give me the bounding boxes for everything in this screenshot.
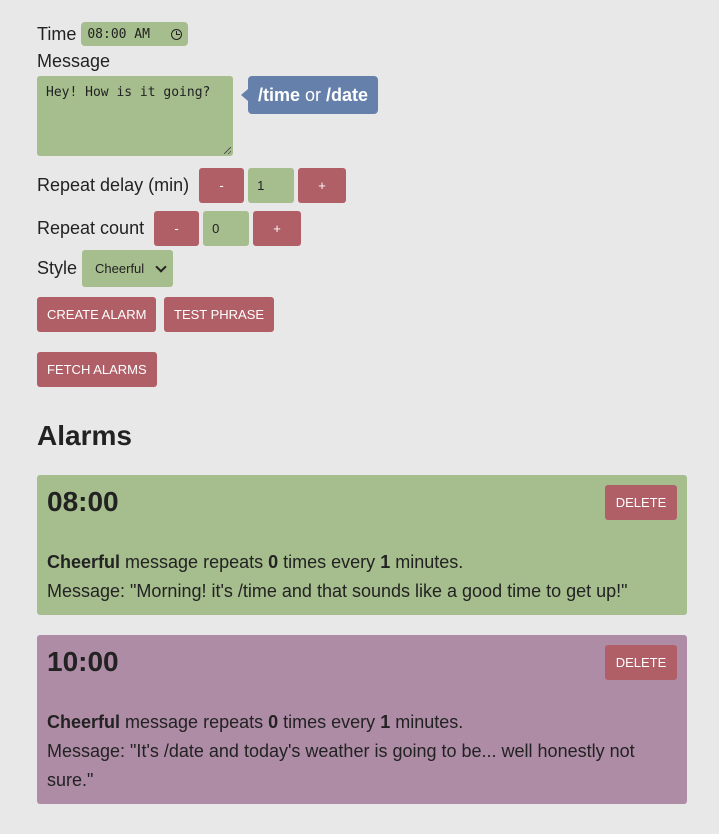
time-row: Time 08:00 AM: [37, 22, 189, 46]
repeat-delay-label: Repeat delay (min): [37, 175, 190, 195]
message-label: Message: [37, 51, 111, 71]
time-label: Time: [37, 23, 77, 44]
repeat-delay-increment-button[interactable]: +: [298, 168, 347, 203]
repeat-count-input[interactable]: 0: [203, 211, 250, 246]
summary-text: message repeats: [125, 712, 264, 732]
alarm-count: 0: [268, 552, 279, 572]
resize-handle-icon[interactable]: [224, 147, 231, 154]
summary-text: minutes.: [395, 552, 464, 572]
alarm-card: 08:00 DELETE Cheerful message repeats 0 …: [37, 475, 687, 615]
delete-alarm-button[interactable]: DELETE: [605, 645, 677, 680]
alarm-count: 0: [268, 712, 279, 732]
time-input[interactable]: 08:00 AM: [81, 22, 189, 46]
time-token: /time: [258, 84, 301, 105]
message-textarea[interactable]: Hey! How is it going?: [37, 76, 233, 156]
alarm-delay: 1: [380, 552, 391, 572]
message-value: Hey! How is it going?: [46, 85, 211, 100]
alarm-summary: Cheerful message repeats 0 times every 1…: [47, 548, 677, 577]
repeat-delay-row: Repeat delay (min) - 1 +: [37, 168, 347, 203]
alarm-time: 08:00: [47, 486, 119, 517]
alarm-summary: Cheerful message repeats 0 times every 1…: [47, 708, 677, 737]
test-phrase-button[interactable]: TEST PHRASE: [164, 297, 275, 332]
message-text: "Morning! it's /time and that sounds lik…: [130, 581, 628, 601]
style-row: Style Cheerful: [37, 250, 174, 287]
repeat-count-increment-button[interactable]: +: [253, 211, 302, 246]
alarm-style: Cheerful: [47, 552, 121, 572]
summary-text: times every: [283, 552, 376, 572]
alarm-delay: 1: [380, 712, 391, 732]
clock-icon[interactable]: [171, 28, 183, 40]
style-selected: Cheerful: [95, 261, 145, 276]
time-value: 08:00 AM: [87, 26, 150, 42]
alarms-heading: Alarms: [37, 420, 132, 451]
chevron-down-icon: [155, 260, 167, 273]
summary-text: times every: [283, 712, 376, 732]
token-hint-tooltip: /time or /date: [240, 76, 379, 114]
summary-text: minutes.: [395, 712, 464, 732]
repeat-count-decrement-button[interactable]: -: [154, 211, 200, 246]
repeat-count-row: Repeat count - 0 +: [37, 211, 302, 246]
alarm-time: 10:00: [47, 646, 119, 677]
repeat-delay-decrement-button[interactable]: -: [199, 168, 245, 203]
alarm-message: Message: "Morning! it's /time and that s…: [47, 577, 677, 606]
message-prefix: Message:: [47, 741, 131, 761]
or-text: or: [305, 84, 322, 105]
alarm-card: 10:00 DELETE Cheerful message repeats 0 …: [37, 635, 687, 804]
delete-alarm-button[interactable]: DELETE: [605, 485, 677, 520]
repeat-delay-input[interactable]: 1: [248, 168, 295, 203]
summary-text: message repeats: [125, 552, 264, 572]
alarm-style: Cheerful: [47, 712, 121, 732]
style-select[interactable]: Cheerful: [82, 250, 174, 287]
fetch-alarms-button[interactable]: FETCH ALARMS: [37, 352, 157, 387]
date-token: /date: [326, 84, 369, 105]
create-alarm-button[interactable]: CREATE ALARM: [37, 297, 157, 332]
message-text: "It's /date and today's weather is going…: [47, 741, 635, 790]
alarm-message: Message: "It's /date and today's weather…: [47, 737, 677, 795]
repeat-count-label: Repeat count: [37, 218, 145, 238]
style-label: Style: [37, 258, 78, 278]
message-prefix: Message:: [47, 581, 131, 601]
